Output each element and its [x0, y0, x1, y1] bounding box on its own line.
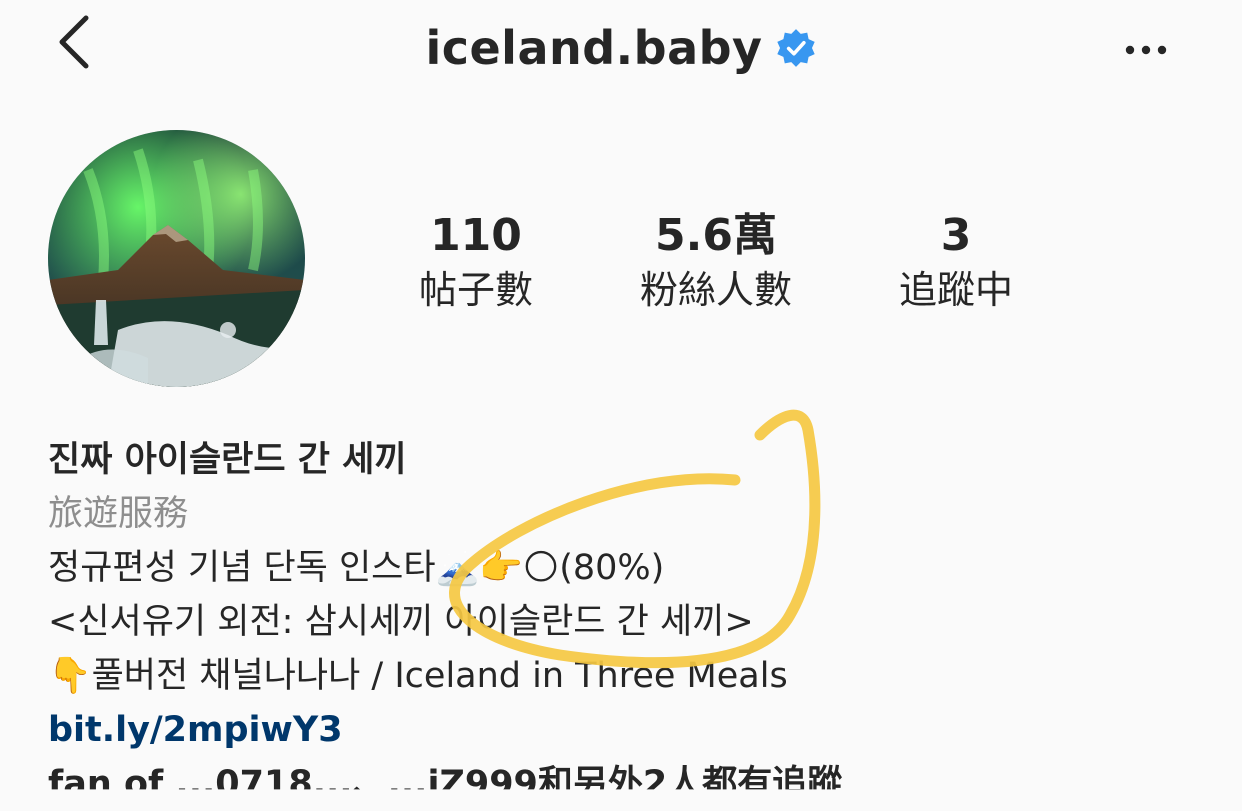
profile-display-name: 진짜 아이슬란드 간 세끼 — [48, 440, 407, 480]
stat-following[interactable]: 3 追蹤中 — [846, 208, 1066, 316]
avatar[interactable] — [48, 130, 305, 387]
stat-following-label: 追蹤中 — [898, 268, 1013, 312]
aurora-mountain-photo — [48, 130, 305, 387]
bio-line-1: 정규편성 기념 단독 인스타🗻👉🌕(80%) — [48, 548, 665, 588]
stat-posts[interactable]: 110 帖子數 — [366, 208, 586, 316]
stat-followers-count: 5.6萬 — [655, 210, 777, 261]
bio-line-2: <신서유기 외전: 삼시세끼 아이슬란드 간 세끼> — [48, 602, 754, 642]
stat-followers-label: 粉絲人數 — [639, 268, 792, 312]
stat-following-count: 3 — [940, 210, 972, 261]
followed-by-text[interactable]: fan of ...0718...、...jZ999和另外2人都有追蹤 — [48, 757, 1228, 789]
profile-bio: 진짜 아이슬란드 간 세끼 旅遊服務 정규편성 기념 단독 인스타🗻👉🌕(80%… — [48, 433, 1228, 811]
profile-header-title: iceland.baby — [0, 18, 1242, 78]
more-options-button[interactable] — [1122, 30, 1170, 70]
stat-posts-label: 帖子數 — [418, 268, 533, 312]
profile-category: 旅遊服務 — [48, 494, 189, 534]
stat-posts-count: 110 — [430, 210, 522, 261]
more-horizontal-icon — [1125, 45, 1167, 55]
stat-followers[interactable]: 5.6萬 粉絲人數 — [606, 208, 826, 316]
bio-link[interactable]: bit.ly/2mpiwY3 — [48, 703, 1228, 757]
username: iceland.baby — [425, 21, 763, 75]
bio-line-3: 👇풀버전 채널나나나 / Iceland in Three Meals — [48, 656, 788, 696]
verified-badge-icon — [776, 29, 815, 67]
